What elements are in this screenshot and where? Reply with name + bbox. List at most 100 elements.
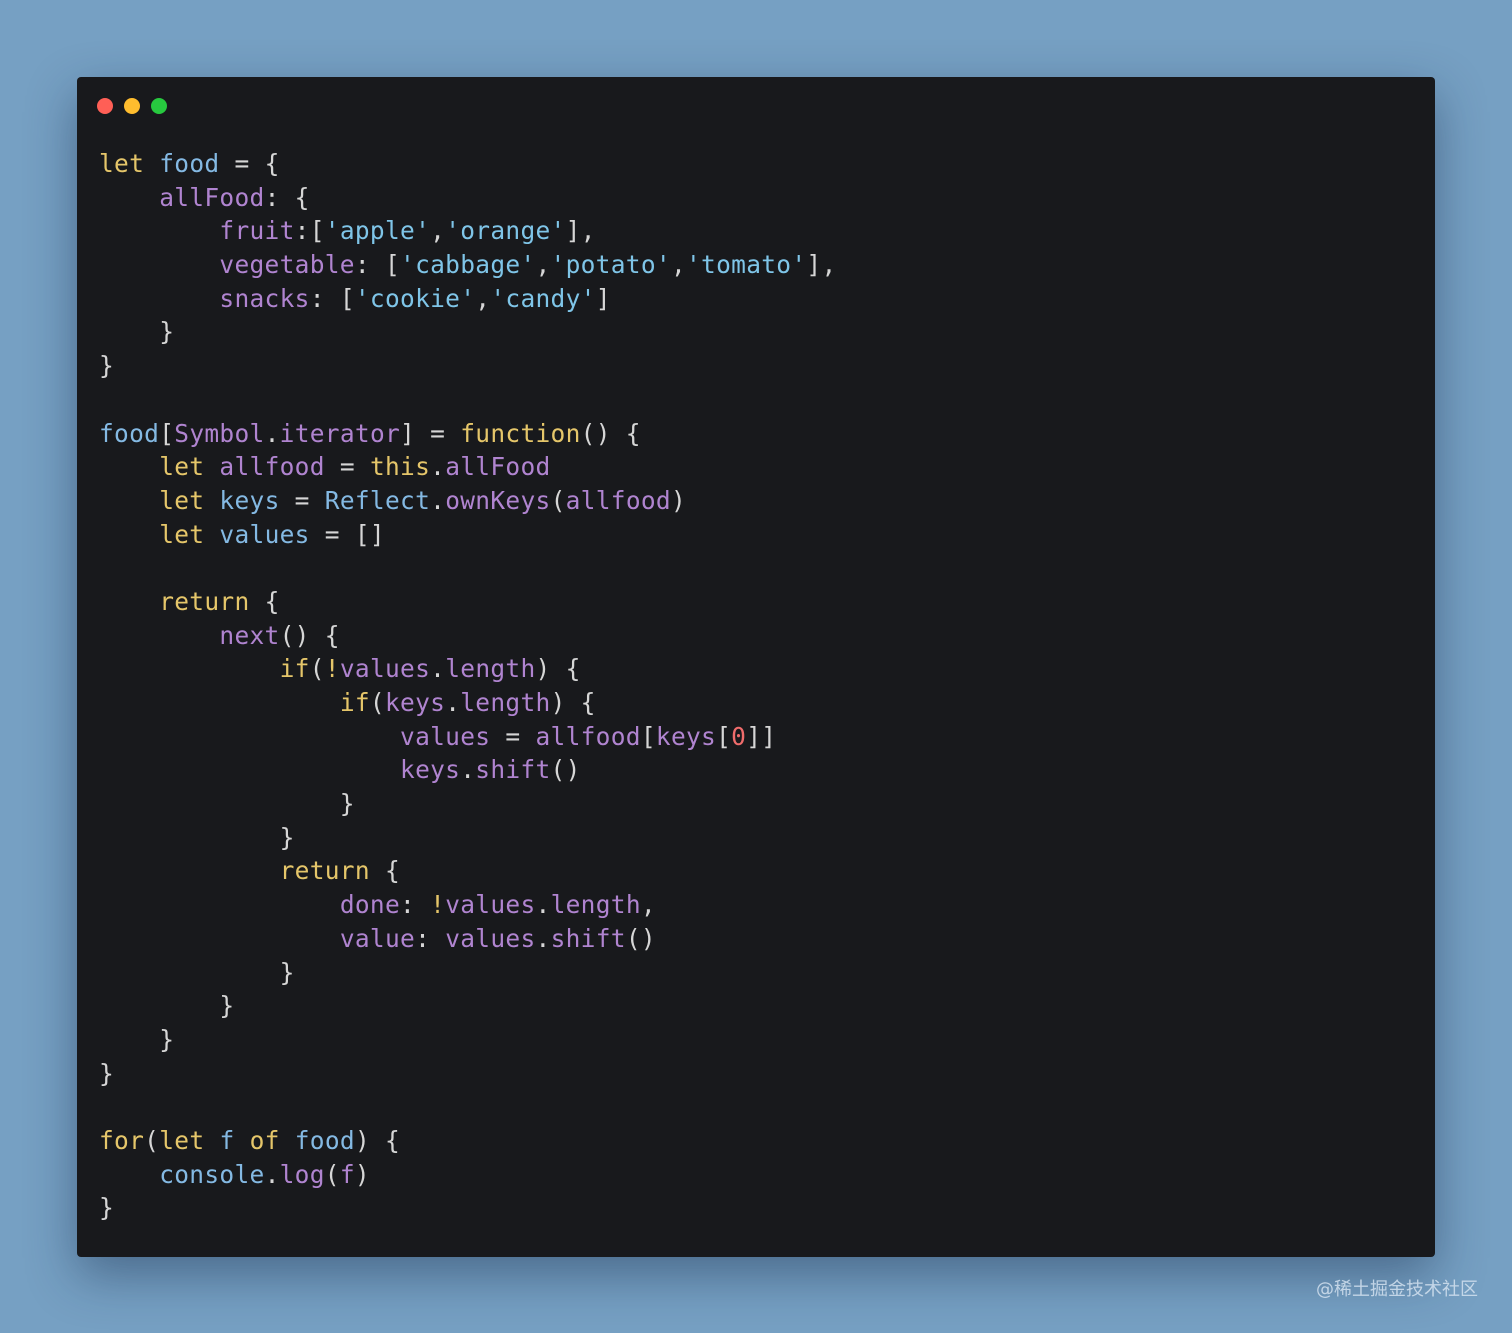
code-token: ], bbox=[806, 250, 837, 280]
code-token: . bbox=[430, 485, 446, 515]
code-token: vegetable bbox=[219, 250, 355, 280]
code-token: fruit bbox=[219, 216, 295, 246]
code-token: keys bbox=[655, 721, 717, 751]
code-line: let values = [] bbox=[99, 518, 837, 552]
code-token: = { bbox=[219, 149, 280, 178]
code-token: keys bbox=[219, 485, 280, 515]
code-token: ) bbox=[670, 485, 687, 515]
code-token: () bbox=[550, 755, 581, 785]
code-token: shift bbox=[550, 923, 626, 953]
code-token: 'cookie' bbox=[354, 283, 476, 313]
code-token: length bbox=[550, 890, 641, 920]
code-line: value: values.shift() bbox=[99, 922, 837, 956]
code-token: values bbox=[400, 721, 491, 751]
code-token: ! bbox=[430, 890, 446, 920]
code-token: 'candy' bbox=[490, 283, 596, 313]
window-controls bbox=[97, 98, 167, 114]
code-token: [ bbox=[716, 721, 732, 751]
code-token: 'potato' bbox=[550, 250, 671, 280]
code-token: console bbox=[159, 1159, 265, 1189]
code-token: return bbox=[279, 856, 370, 886]
code-token: () { bbox=[279, 620, 340, 650]
minimize-button[interactable] bbox=[124, 98, 140, 114]
code-token: } bbox=[99, 1058, 115, 1088]
code-token: . bbox=[445, 688, 461, 717]
code-token: food bbox=[159, 149, 220, 178]
code-token: 'tomato' bbox=[686, 250, 807, 280]
code-token: return bbox=[159, 586, 250, 616]
code-token: if bbox=[339, 688, 370, 717]
code-token: [ bbox=[159, 418, 175, 448]
watermark: @稀土掘金技术社区 bbox=[1316, 1279, 1478, 1300]
code-token: values bbox=[445, 923, 536, 953]
code-token: } bbox=[99, 789, 355, 819]
code-window: let food = { allFood: { fruit:['apple','… bbox=[77, 77, 1435, 1257]
code-line: let food = { bbox=[99, 147, 837, 181]
code-token: values bbox=[339, 654, 431, 684]
code-token: function bbox=[460, 418, 581, 448]
code-line: allFood: { bbox=[99, 181, 837, 215]
code-token: , bbox=[475, 283, 491, 313]
code-line: vegetable: ['cabbage','potato','tomato']… bbox=[99, 248, 837, 282]
code-line: } bbox=[99, 1191, 837, 1225]
code-token: , bbox=[640, 890, 656, 920]
code-token: allFood bbox=[159, 182, 265, 212]
code-line: return { bbox=[99, 854, 837, 888]
code-token: 'apple' bbox=[324, 216, 431, 246]
close-button[interactable] bbox=[97, 98, 113, 114]
code-token: allFood bbox=[445, 452, 551, 482]
code-token: ( bbox=[309, 654, 325, 684]
code-token: shift bbox=[475, 755, 551, 785]
maximize-button[interactable] bbox=[151, 98, 167, 114]
code-token: { bbox=[369, 856, 401, 886]
code-token: ) { bbox=[550, 688, 596, 717]
code-token: length bbox=[460, 688, 551, 717]
code-token: : { bbox=[264, 182, 310, 212]
code-token: ] bbox=[595, 283, 611, 313]
code-token: let bbox=[159, 485, 205, 515]
code-token: . bbox=[535, 923, 551, 953]
code-line: return { bbox=[99, 585, 837, 619]
code-line: console.log(f) bbox=[99, 1158, 837, 1192]
code-token: [ bbox=[640, 721, 656, 751]
code-token: food bbox=[294, 1125, 355, 1155]
code-token: ] = bbox=[400, 418, 461, 448]
code-token: . bbox=[264, 418, 280, 448]
code-token: : bbox=[415, 923, 446, 953]
code-token: length bbox=[445, 654, 536, 684]
code-token: done bbox=[339, 890, 401, 920]
code-token: values bbox=[445, 890, 536, 920]
code-token: values bbox=[219, 519, 310, 549]
code-token: . bbox=[460, 755, 476, 785]
code-token: ) { bbox=[354, 1125, 401, 1155]
code-token: : [ bbox=[309, 283, 355, 313]
code-token: . bbox=[535, 890, 551, 920]
code-token: food bbox=[99, 418, 160, 448]
code-token: ( bbox=[324, 1159, 340, 1189]
code-token: let bbox=[159, 452, 205, 482]
code-token: } bbox=[99, 317, 175, 347]
code-token: let bbox=[99, 149, 145, 178]
code-token: { bbox=[249, 586, 280, 616]
code-token: ], bbox=[565, 216, 596, 246]
code-token: ) { bbox=[535, 654, 581, 684]
code-line: let allfood = this.allFood bbox=[99, 450, 837, 484]
code-token: = bbox=[279, 485, 325, 515]
code-token: of bbox=[249, 1125, 280, 1155]
code-token: Reflect bbox=[324, 485, 431, 515]
